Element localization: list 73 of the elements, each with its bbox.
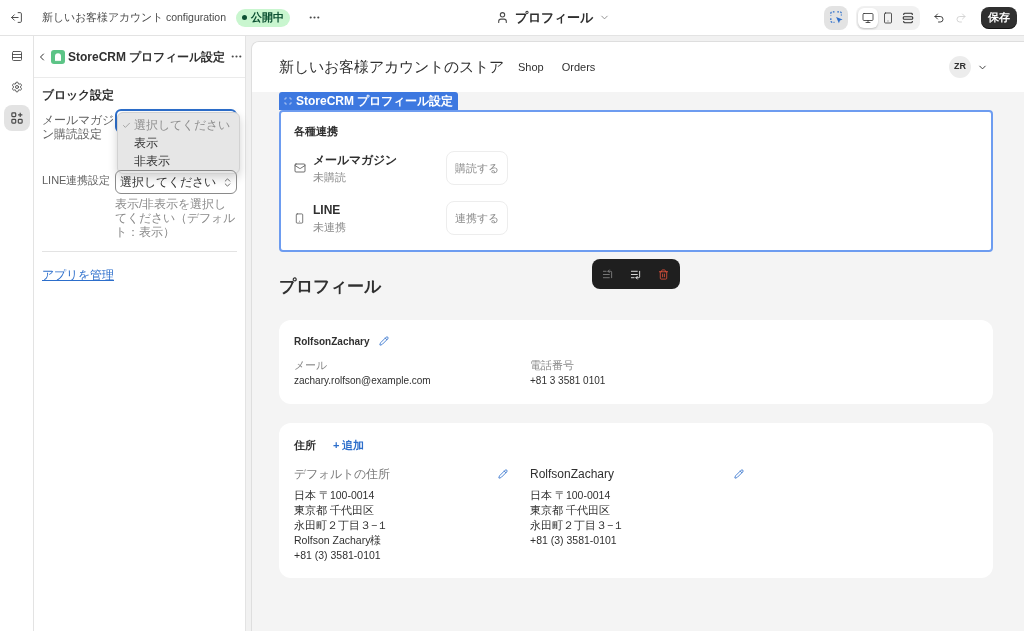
field-label: LINE連携設定 — [42, 173, 112, 187]
edit-button[interactable] — [497, 468, 508, 480]
app-logo-icon — [51, 49, 65, 64]
block-select-icon — [284, 97, 292, 105]
apps-icon — [10, 112, 23, 124]
save-button[interactable]: 保存 — [981, 6, 1017, 29]
move-down-icon — [629, 268, 641, 280]
dropdown-option[interactable]: 表示 — [118, 134, 239, 152]
check-icon — [122, 120, 131, 130]
store-name: 新しいお客様アカウントのストア — [279, 56, 504, 77]
address-label: RolfsonZachary — [530, 466, 615, 483]
integration-action-button[interactable]: 連携する — [446, 201, 508, 235]
panel-title: StoreCRM プロフィール設定 — [68, 48, 226, 66]
section-title: ブロック設定 — [42, 88, 115, 102]
sidebar-tab[interactable] — [3, 105, 30, 131]
integration-name: LINE — [313, 202, 342, 217]
user-icon — [496, 11, 509, 24]
nav-link[interactable]: Shop — [518, 58, 544, 76]
chevron-up-down-icon — [222, 176, 233, 188]
address-line: 東京都 千代田区 — [294, 503, 375, 518]
field-value: +81 3 3581 0101 — [530, 374, 607, 388]
status-label: 公開中 — [251, 10, 285, 26]
inspect-button[interactable] — [824, 5, 848, 30]
view-mode-button[interactable] — [858, 7, 878, 28]
pencil-icon — [379, 336, 390, 346]
redo-icon — [955, 11, 967, 24]
phone-icon — [882, 11, 894, 24]
monitor-icon — [862, 11, 874, 24]
address-line: Rolfson Zachary様 — [294, 533, 383, 548]
integration-action-button[interactable]: 購読する — [446, 151, 508, 185]
field-label: メールマガジン購読設定 — [42, 112, 115, 141]
integration-name: メールマガジン — [313, 152, 398, 167]
field-label: 電話番号 — [530, 358, 575, 373]
phone-icon — [294, 212, 305, 224]
block-title: 各種連携 — [294, 125, 339, 138]
address-label: デフォルトの住所 — [294, 466, 390, 483]
edit-button[interactable] — [378, 335, 390, 347]
help-text: 表示/非表示を選択してください（デフォルト：表示） — [115, 197, 236, 239]
manage-apps-link[interactable]: アプリを管理 — [42, 268, 114, 282]
pointer-select-icon — [829, 11, 843, 24]
select-field[interactable]: 選択してください — [115, 170, 237, 194]
address-line: +81 (3) 3581-0101 — [294, 548, 382, 563]
sections-icon — [10, 50, 23, 62]
card-title: 住所 — [294, 437, 316, 453]
address-line: 永田町２丁目３−１ — [294, 518, 390, 533]
theme-title: 新しいお客様アカウント configuration — [42, 9, 227, 25]
dropdown-option[interactable]: 非表示 — [118, 152, 239, 170]
template-selector[interactable]: プロフィール — [494, 5, 612, 30]
delete-icon — [657, 268, 669, 280]
integration-status: 未連携 — [313, 220, 347, 234]
address-line: +81 (3) 3581-0101 — [530, 533, 618, 548]
field-label: メール — [294, 358, 328, 373]
undo-icon — [933, 11, 945, 24]
address-line: 日本 〒100-0014 — [294, 488, 376, 503]
settings-icon — [10, 81, 23, 93]
mail-icon — [294, 162, 306, 174]
field-value: zachary.rolfson@example.com — [294, 374, 432, 388]
pencil-icon — [733, 469, 744, 479]
address-line: 東京都 千代田区 — [530, 503, 611, 518]
move-up-icon — [601, 268, 613, 280]
section-heading: プロフィール — [279, 277, 383, 297]
pencil-icon — [497, 469, 508, 479]
address-line: 日本 〒100-0014 — [530, 488, 612, 503]
integration-status: 未購読 — [313, 170, 347, 184]
block-tag-label: StoreCRM プロフィール設定 — [296, 93, 454, 110]
exit-icon — [9, 11, 23, 24]
address-line: 永田町２丁目３−１ — [530, 518, 626, 533]
avatar[interactable]: ZR — [949, 56, 971, 78]
customer-name: RolfsonZachary — [294, 334, 370, 349]
nav-link[interactable]: Orders — [561, 58, 596, 76]
edit-button[interactable] — [733, 468, 744, 480]
fit-width-icon — [902, 11, 914, 24]
add-address-link[interactable]: + 追加 — [333, 436, 365, 454]
